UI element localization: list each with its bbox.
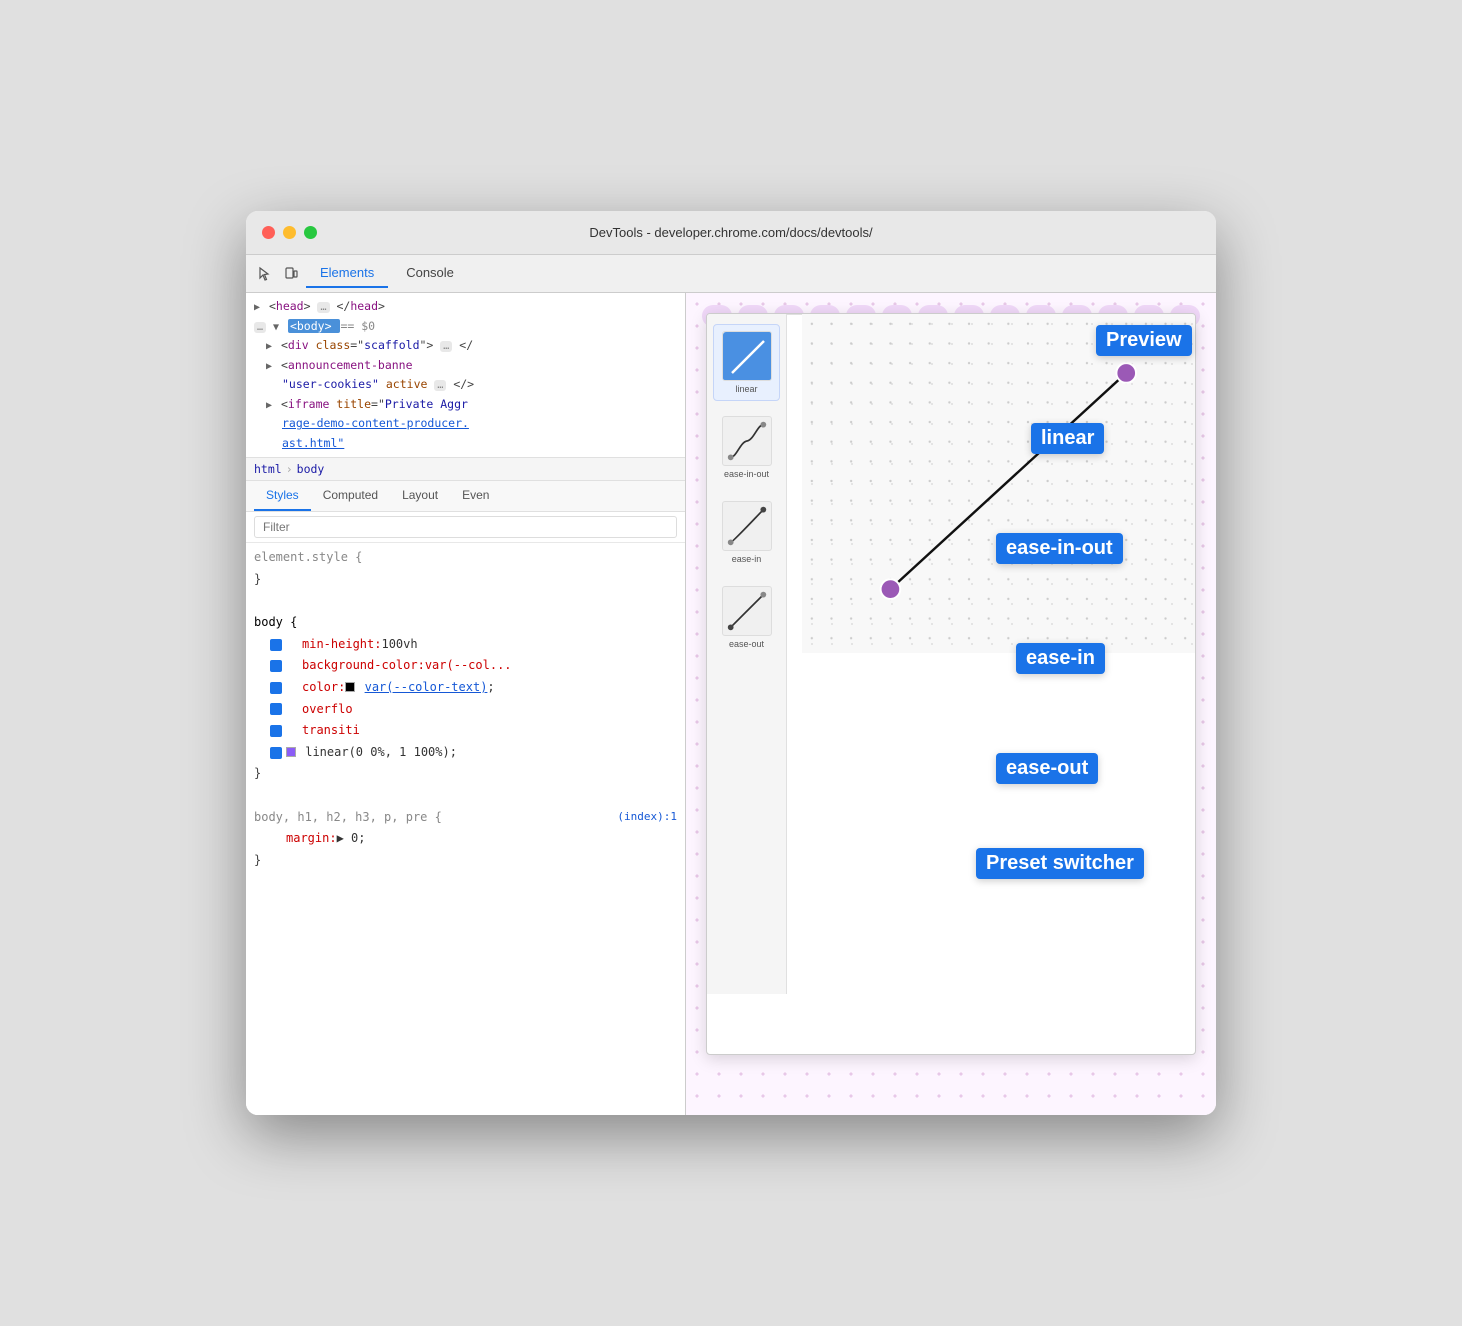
- tree-node-announcement[interactable]: ▶ <announcement-banne: [254, 356, 677, 376]
- selector-body: body {: [254, 615, 297, 629]
- window-controls: [262, 226, 317, 239]
- annotation-preset-switcher: Preset switcher: [976, 848, 1144, 879]
- linear-curve-svg: [728, 337, 768, 377]
- prop-color: color: var(--color-text);: [254, 677, 677, 699]
- tree-node-div-scaffold[interactable]: ▶ <div class="scaffold"> … </: [254, 336, 677, 356]
- file-ref: (index):1: [617, 807, 677, 827]
- prop-bg-color: background-color: var(--col...: [254, 655, 677, 677]
- checkbox-bg-color[interactable]: [270, 660, 282, 672]
- line-editor-svg: [802, 314, 1195, 648]
- breadcrumb: html › body: [246, 457, 685, 481]
- preset-list: linear ease-in-out: [707, 314, 787, 994]
- color-swatch[interactable]: [345, 682, 355, 692]
- tab-console[interactable]: Console: [392, 259, 468, 288]
- styles-panel: Styles Computed Layout Even element.styl…: [246, 481, 685, 1115]
- preset-label-ease-in-out: ease-in-out: [724, 469, 769, 479]
- devtools-window: DevTools - developer.chrome.com/docs/dev…: [246, 211, 1216, 1115]
- prop-margin: margin: ▶ 0;: [254, 828, 677, 850]
- tree-node-body[interactable]: … ▼ <body> == $0: [254, 317, 677, 337]
- preset-label-ease-out: ease-out: [729, 639, 764, 649]
- line-editor-area: [802, 314, 1195, 1054]
- preset-label-linear: linear: [735, 384, 757, 394]
- tree-node-head[interactable]: ▶ <head> … </head>: [254, 297, 677, 317]
- linear-swatch[interactable]: [286, 747, 296, 757]
- annotation-linear: linear: [1031, 423, 1104, 454]
- preset-thumb-ease-out: [722, 586, 772, 636]
- ease-in-svg: [723, 502, 771, 550]
- selector-element-style: element.style {: [254, 550, 362, 564]
- checkbox-linear[interactable]: [270, 747, 282, 759]
- rule-body-headings: body, h1, h2, h3, p, pre { (index):1 mar…: [254, 807, 677, 872]
- checkbox-color[interactable]: [270, 682, 282, 694]
- preset-item-ease-in-out[interactable]: ease-in-out: [713, 409, 780, 486]
- preset-item-ease-in[interactable]: ease-in: [713, 494, 780, 571]
- prop-min-height: min-height: 100vh: [254, 634, 677, 656]
- preset-thumb-ease-in: [722, 501, 772, 551]
- device-icon[interactable]: [280, 263, 302, 285]
- preview-area: [802, 314, 1195, 653]
- devtools-body: Elements Console ▶ <head> … </head> … ▼: [246, 255, 1216, 1115]
- ease-out-svg: [723, 587, 771, 635]
- maximize-button[interactable]: [304, 226, 317, 239]
- checkbox-overflow[interactable]: [270, 703, 282, 715]
- breadcrumb-body[interactable]: body: [297, 462, 325, 476]
- tab-event[interactable]: Even: [450, 481, 501, 511]
- annotation-ease-in: ease-in: [1016, 643, 1105, 674]
- tab-layout[interactable]: Layout: [390, 481, 450, 511]
- tab-computed[interactable]: Computed: [311, 481, 390, 511]
- preset-label-ease-in: ease-in: [732, 554, 762, 564]
- rule-element-style: element.style { }: [254, 547, 677, 590]
- right-panel: linear ease-in-out: [686, 293, 1216, 1115]
- minimize-button[interactable]: [283, 226, 296, 239]
- cursor-icon[interactable]: [254, 263, 276, 285]
- ease-in-out-svg: [723, 417, 771, 465]
- tab-styles[interactable]: Styles: [254, 481, 311, 511]
- selector-body-headings: body, h1, h2, h3, p, pre {: [254, 810, 442, 824]
- tree-node-ast: ast.html": [254, 434, 677, 454]
- titlebar: DevTools - developer.chrome.com/docs/dev…: [246, 211, 1216, 255]
- tree-node-link: rage-demo-content-producer.: [254, 414, 677, 434]
- breadcrumb-html[interactable]: html: [254, 462, 282, 476]
- elements-panel: ▶ <head> … </head> … ▼ <body> == $0: [246, 293, 686, 1115]
- prop-linear: linear(0 0%, 1 100%);: [254, 742, 677, 764]
- tab-elements[interactable]: Elements: [306, 259, 388, 288]
- preset-thumb-ease-in-out: [722, 416, 772, 466]
- preset-thumb-linear: [722, 331, 772, 381]
- prop-overflow: overflo: [254, 699, 677, 721]
- annotation-ease-in-out: ease-in-out: [996, 533, 1123, 564]
- devtools-toolbar: Elements Console: [246, 255, 1216, 293]
- filter-bar: [246, 512, 685, 543]
- devtools-split: ▶ <head> … </head> … ▼ <body> == $0: [246, 293, 1216, 1115]
- preset-item-ease-out[interactable]: ease-out: [713, 579, 780, 656]
- styles-rules: element.style { } body { min-height: 100…: [246, 543, 685, 1115]
- window-title: DevTools - developer.chrome.com/docs/dev…: [589, 225, 872, 240]
- easing-popup: linear ease-in-out: [706, 313, 1196, 1055]
- prop-transition: transiti: [254, 720, 677, 742]
- rule-body: body { min-height: 100vh background-colo…: [254, 612, 677, 785]
- html-tree: ▶ <head> … </head> … ▼ <body> == $0: [246, 293, 685, 457]
- styles-tabs: Styles Computed Layout Even: [246, 481, 685, 512]
- tree-node-cookies: "user-cookies" active … </>: [254, 375, 677, 395]
- checkbox-min-height[interactable]: [270, 639, 282, 651]
- filter-input[interactable]: [254, 516, 677, 538]
- close-button[interactable]: [262, 226, 275, 239]
- linear-thumb: [723, 332, 772, 381]
- annotation-preview: Preview: [1096, 325, 1192, 356]
- annotation-ease-out: ease-out: [996, 753, 1098, 784]
- checkbox-transition[interactable]: [270, 725, 282, 737]
- tree-node-iframe[interactable]: ▶ <iframe title="Private Aggr: [254, 395, 677, 415]
- preset-item-linear[interactable]: linear: [713, 324, 780, 401]
